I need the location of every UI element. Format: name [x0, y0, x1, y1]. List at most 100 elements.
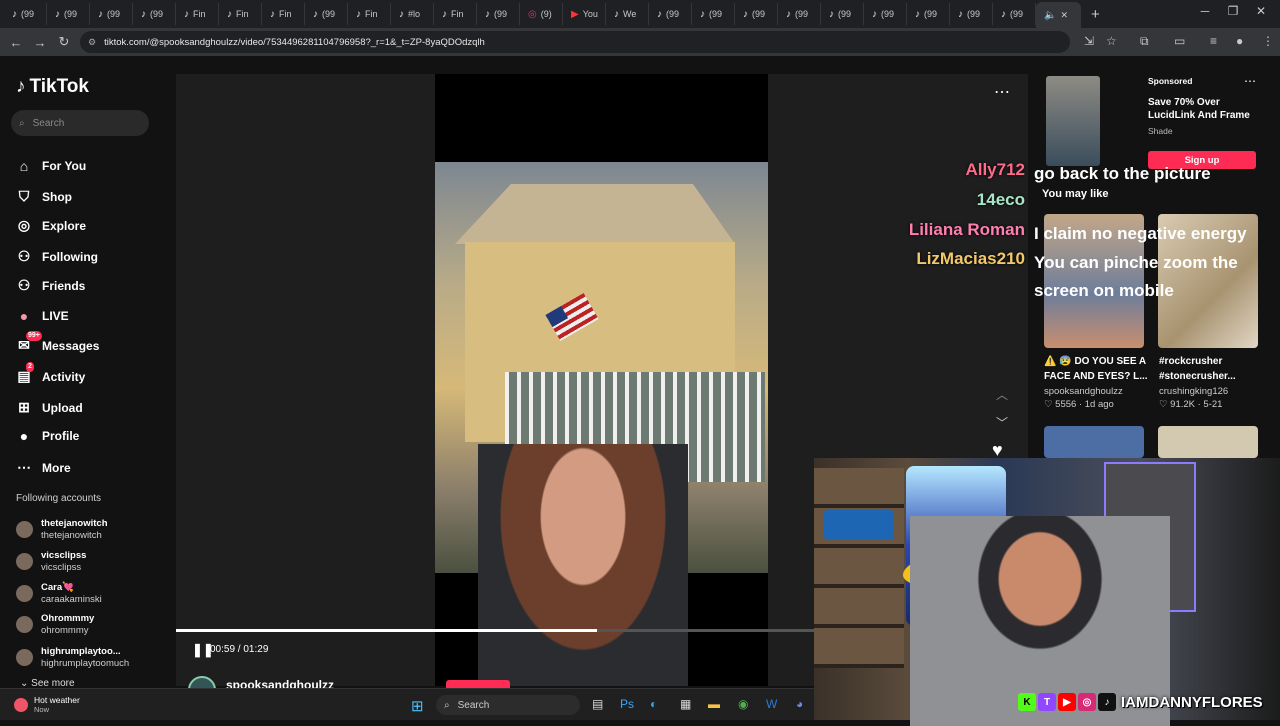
browser-tab[interactable]: ♪ (99 [950, 3, 993, 25]
taskbar-search[interactable]: ⌕ Search [436, 695, 580, 715]
browser-tab[interactable]: ♪ (99 [47, 3, 90, 25]
browser-tab[interactable]: ♪ (99 [305, 3, 348, 25]
browser-tab[interactable]: ♪ #lo [391, 3, 434, 25]
browser-tab[interactable]: ♪ (99 [477, 3, 520, 25]
follow-button[interactable] [446, 680, 510, 688]
browser-tab[interactable]: ♪ Fin [219, 3, 262, 25]
previous-video-icon[interactable]: ︿ [996, 386, 1008, 403]
sidebar: ♪ TikTok ⌕ Search ⌂ For You ⛉ Shop ◎ Explore ⚇ Fo… [0, 56, 176, 689]
weather-widget[interactable]: Hot weather Now [14, 695, 80, 714]
browser-tab[interactable]: ♪ Fin [176, 3, 219, 25]
store-icon[interactable]: ▦ [680, 697, 691, 711]
chrome-icon[interactable]: ◉ [738, 697, 748, 711]
browser-tab[interactable]: ♪ Fin [434, 3, 477, 25]
sponsored-label: Sponsored [1148, 76, 1193, 86]
url-text: tiktok.com/@spooksandghoulzz/video/75344… [104, 36, 485, 48]
browser-tab[interactable]: ♪ (99 [133, 3, 176, 25]
site-info-icon[interactable]: ⚙ [88, 37, 96, 48]
browser-tab[interactable]: ♪ We [606, 3, 649, 25]
edge-icon[interactable]: ◐ [650, 697, 657, 711]
extensions-icon[interactable]: ⧉ [1140, 34, 1149, 49]
photoshop-icon[interactable]: Ps [620, 697, 634, 711]
ad-thumbnail[interactable] [1046, 76, 1100, 166]
more-options-icon[interactable]: ⋯ [994, 82, 1010, 102]
browser-tab[interactable]: ♪ (99 [778, 3, 821, 25]
suggested-video-card[interactable] [1044, 426, 1144, 458]
next-video-icon[interactable]: ﹀ [996, 414, 1008, 431]
browser-tab[interactable]: ♪ (99 [692, 3, 735, 25]
browser-tab[interactable]: ♪ (99 [649, 3, 692, 25]
following-account[interactable]: thetejanowitch thetejanowitch [16, 518, 108, 541]
browser-tab[interactable]: ♪ (99 [735, 3, 778, 25]
browser-tab[interactable]: ♪ (99 [821, 3, 864, 25]
account-name: Cara💘 [41, 582, 74, 593]
install-icon[interactable]: ⇲ [1084, 34, 1094, 48]
sidepanel-icon[interactable]: ▭ [1174, 34, 1185, 48]
minimize-button[interactable]: ─ [1190, 4, 1220, 18]
search-icon: ⌕ [444, 699, 450, 711]
author-strip: spooksandghoulzz [176, 676, 816, 688]
following-account[interactable]: highrumplaytoo... highrumplaytoomuch [16, 646, 129, 669]
following-account[interactable]: Ohrommmy ohrommmy [16, 613, 94, 636]
url-field[interactable]: ⚙ tiktok.com/@spooksandghoulzz/video/753… [80, 31, 1070, 53]
tab-label: (99 [924, 9, 938, 19]
nav-item-profile[interactable]: ● Profile [16, 428, 80, 444]
active-tab[interactable]: 🔈 ✕ [1036, 2, 1081, 28]
nav-item-activity[interactable]: ▤ 2 Activity [16, 362, 85, 385]
browser-tab[interactable]: ♪ Fin [262, 3, 305, 25]
following-account[interactable]: Cara💘 caraakaminski [16, 582, 102, 605]
browser-tab[interactable]: ▶ You [563, 3, 606, 25]
browser-tab[interactable]: ♪ (99 [4, 3, 47, 25]
nav-item-messages[interactable]: ✉ 99+ Messages [16, 331, 99, 354]
ad-title[interactable]: Save 70% Over LucidLink And Frame [1148, 96, 1268, 122]
card-user[interactable]: spooksandghoulzz [1044, 386, 1123, 397]
following-account[interactable]: vicsclipss vicsclipss [16, 550, 86, 573]
card-title[interactable]: ⚠️ 😰 DO YOU SEE A FACE AND EYES? L... [1044, 354, 1154, 384]
word-icon[interactable]: W [766, 697, 777, 711]
nav-label: Following [42, 249, 98, 264]
account-name: Ohrommmy [41, 613, 95, 624]
author-name[interactable]: spooksandghoulzz [226, 678, 334, 688]
nav-item-live[interactable]: ● LIVE [16, 308, 69, 324]
upload-icon: ⊞ [18, 399, 30, 415]
task-view-icon[interactable]: ▤ [592, 697, 603, 711]
profile-avatar-icon[interactable]: ● [1236, 34, 1243, 48]
ad-more-icon[interactable]: ⋯ [1244, 74, 1256, 88]
nav-item-upload[interactable]: ⊞ Upload [16, 399, 83, 416]
tiktok-icon: ♪ [700, 8, 705, 20]
reload-icon[interactable]: ↻ [52, 34, 76, 50]
folder-icon[interactable]: ▬ [708, 697, 720, 711]
windows-start-icon[interactable]: ⊞ [411, 697, 424, 715]
browser-tab[interactable]: ♪ (99 [90, 3, 133, 25]
new-tab-button[interactable]: + [1091, 6, 1111, 23]
tiktok-logo-icon: ♪ [16, 76, 26, 97]
maximize-button[interactable]: ❐ [1218, 4, 1248, 18]
close-tab-icon[interactable]: ✕ [1060, 10, 1068, 21]
nav-item-friends[interactable]: ⚇ Friends [16, 277, 86, 294]
browser-tab[interactable]: ♪ (99 [907, 3, 950, 25]
kick-icon: K [1018, 693, 1036, 711]
progress-fill[interactable] [176, 629, 598, 632]
close-window-button[interactable]: ✕ [1246, 4, 1276, 18]
browser-tab[interactable]: ♪ Fin [348, 3, 391, 25]
nav-item-more[interactable]: ⋯ More [16, 459, 71, 476]
chat-username: LizMacias210 [916, 249, 1025, 268]
tab-label: (99 [838, 9, 852, 19]
browser-tab[interactable]: ♪ (99 [993, 3, 1036, 25]
author-avatar[interactable] [188, 676, 216, 688]
discord-icon[interactable]: ◕ [796, 697, 803, 711]
media-icon[interactable]: ≡ [1210, 34, 1217, 48]
bookmark-star-icon[interactable]: ☆ [1106, 34, 1117, 48]
suggested-video-card[interactable] [1158, 426, 1258, 458]
tiktok-logo[interactable]: ♪ TikTok [16, 76, 89, 98]
browser-tab[interactable]: ♪ (99 [864, 3, 907, 25]
nav-item-following[interactable]: ⚇ Following [16, 248, 98, 265]
forward-icon[interactable]: → [28, 35, 52, 50]
browser-tab[interactable]: ◎ (9) [520, 3, 563, 25]
search-input[interactable]: ⌕ Search [11, 110, 149, 136]
back-icon[interactable]: ← [4, 35, 28, 50]
card-title[interactable]: #rockcrusher #stonecrusher... [1159, 354, 1269, 384]
menu-icon[interactable]: ⋮ [1262, 34, 1274, 48]
card-user[interactable]: crushingking126 [1159, 386, 1228, 397]
youtube-icon: ▶ [1058, 693, 1076, 711]
